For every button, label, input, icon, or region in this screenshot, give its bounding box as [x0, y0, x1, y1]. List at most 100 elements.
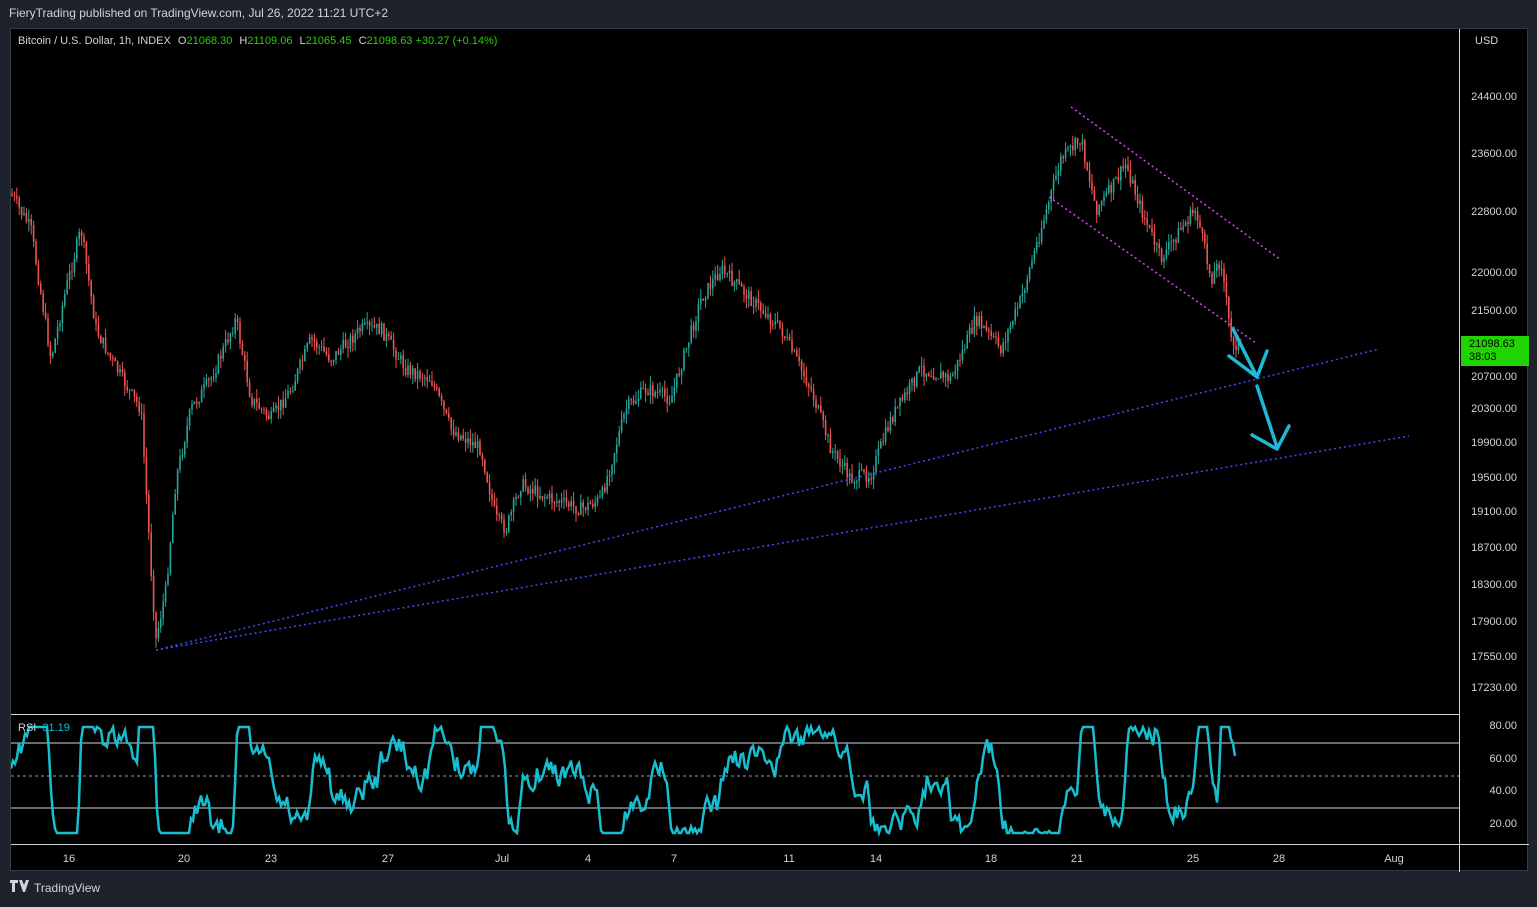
candles	[11, 133, 1242, 648]
candle-body	[1026, 279, 1028, 290]
candle-body	[215, 373, 217, 379]
price-axis[interactable]: USD 24400.00 23600.00 22800.00 22000.00 …	[1459, 29, 1529, 844]
candle-body	[661, 388, 664, 390]
candle-body	[539, 495, 541, 499]
candle-body	[563, 497, 565, 500]
candle-body	[750, 291, 752, 306]
candle-body	[980, 315, 983, 328]
candle-body	[164, 584, 167, 603]
candle-body	[1115, 177, 1117, 179]
candle-body	[952, 374, 954, 377]
candle-body	[836, 450, 839, 459]
candle-body	[337, 350, 340, 355]
candle-body	[13, 195, 16, 197]
candle-body	[565, 497, 568, 503]
candle-body	[1213, 271, 1216, 284]
candle-body	[184, 442, 186, 455]
high-value: 21109.06	[247, 35, 293, 47]
candle-body	[251, 396, 253, 406]
candle-body	[853, 482, 856, 484]
candle-body	[438, 388, 440, 396]
candle-body	[541, 495, 544, 499]
candle-body	[700, 298, 702, 305]
candle-body	[1136, 194, 1139, 204]
candle-body	[325, 351, 328, 355]
candle-body	[1084, 140, 1086, 163]
candle-body	[1182, 226, 1184, 230]
candle-body	[928, 373, 930, 377]
footer-branding[interactable]: TradingView	[10, 880, 100, 895]
change-value: +30.27 (+0.14%)	[415, 35, 498, 47]
time-tick: 14	[869, 853, 883, 865]
candle-body	[1134, 180, 1136, 195]
rsi-pane[interactable]: RSI 31.19	[11, 714, 1459, 844]
time-tick: 4	[584, 853, 592, 865]
candle-body	[1019, 296, 1021, 308]
candle-body	[188, 409, 191, 426]
candle-body	[560, 499, 563, 503]
candle-body	[1132, 180, 1134, 184]
candle-body	[116, 361, 119, 373]
candle-body	[805, 376, 808, 385]
chart-container[interactable]: Bitcoin / U.S. Dollar, 1h, INDEX O21068.…	[10, 28, 1529, 872]
candle-body	[719, 273, 721, 280]
candle-body	[810, 386, 812, 390]
candle-body	[832, 451, 834, 454]
candle-body	[1223, 268, 1225, 283]
candle-body	[688, 342, 690, 348]
candle-body	[186, 425, 188, 443]
candle-body	[404, 368, 407, 375]
candle-body	[28, 218, 30, 222]
candle-body	[371, 325, 373, 327]
candle-body	[1079, 143, 1081, 145]
candle-body	[284, 398, 287, 408]
price-tick: 17230.00	[1471, 682, 1517, 694]
candle-body	[712, 279, 714, 289]
candle-body	[1093, 190, 1096, 201]
candle-body	[714, 274, 716, 280]
candle-body	[1160, 248, 1163, 262]
current-price-tag: 21098.63 38:03	[1461, 336, 1529, 366]
candle-body	[455, 432, 457, 436]
candle-body	[148, 494, 150, 533]
candle-body	[584, 507, 587, 511]
candle-body	[1004, 341, 1007, 343]
candle-body	[1153, 231, 1156, 245]
rsi-legend: RSI 31.19	[18, 722, 70, 734]
candle-body	[277, 405, 280, 411]
candle-body	[949, 376, 952, 381]
candle-body	[426, 377, 428, 381]
candle-countdown: 38:03	[1469, 351, 1497, 363]
candle-body	[20, 207, 23, 215]
candle-body	[517, 496, 520, 498]
candle-body	[32, 224, 35, 242]
rsi-tick: 20.00	[1489, 818, 1517, 830]
candle-body	[649, 385, 652, 396]
candle-body	[913, 378, 916, 387]
candle-body	[666, 396, 668, 404]
candle-body	[407, 365, 409, 375]
candle-body	[1192, 209, 1194, 213]
candle-body	[107, 352, 109, 354]
candle-body	[817, 405, 820, 408]
candle-body	[616, 444, 618, 454]
candle-body	[520, 491, 522, 498]
candle-body	[685, 347, 688, 350]
candle-body	[488, 482, 491, 494]
candle-body	[1228, 296, 1230, 319]
price-tick: 18300.00	[1471, 579, 1517, 591]
candle-body	[16, 196, 18, 199]
candle-body	[551, 493, 553, 503]
candle-body	[524, 479, 527, 488]
candle-body	[863, 469, 865, 472]
candle-body	[620, 419, 623, 432]
candle-body	[234, 318, 236, 334]
time-axis[interactable]: 16 20 23 27 Jul 4 7 11 14 18 21 25 28 Au…	[11, 844, 1459, 872]
price-pane[interactable]: Bitcoin / U.S. Dollar, 1h, INDEX O21068.…	[11, 29, 1459, 713]
candle-body	[217, 355, 220, 374]
candle-body	[973, 316, 976, 334]
candle-body	[865, 471, 868, 482]
candle-body	[776, 320, 779, 322]
candle-body	[505, 531, 508, 533]
candle-body	[1199, 220, 1201, 228]
